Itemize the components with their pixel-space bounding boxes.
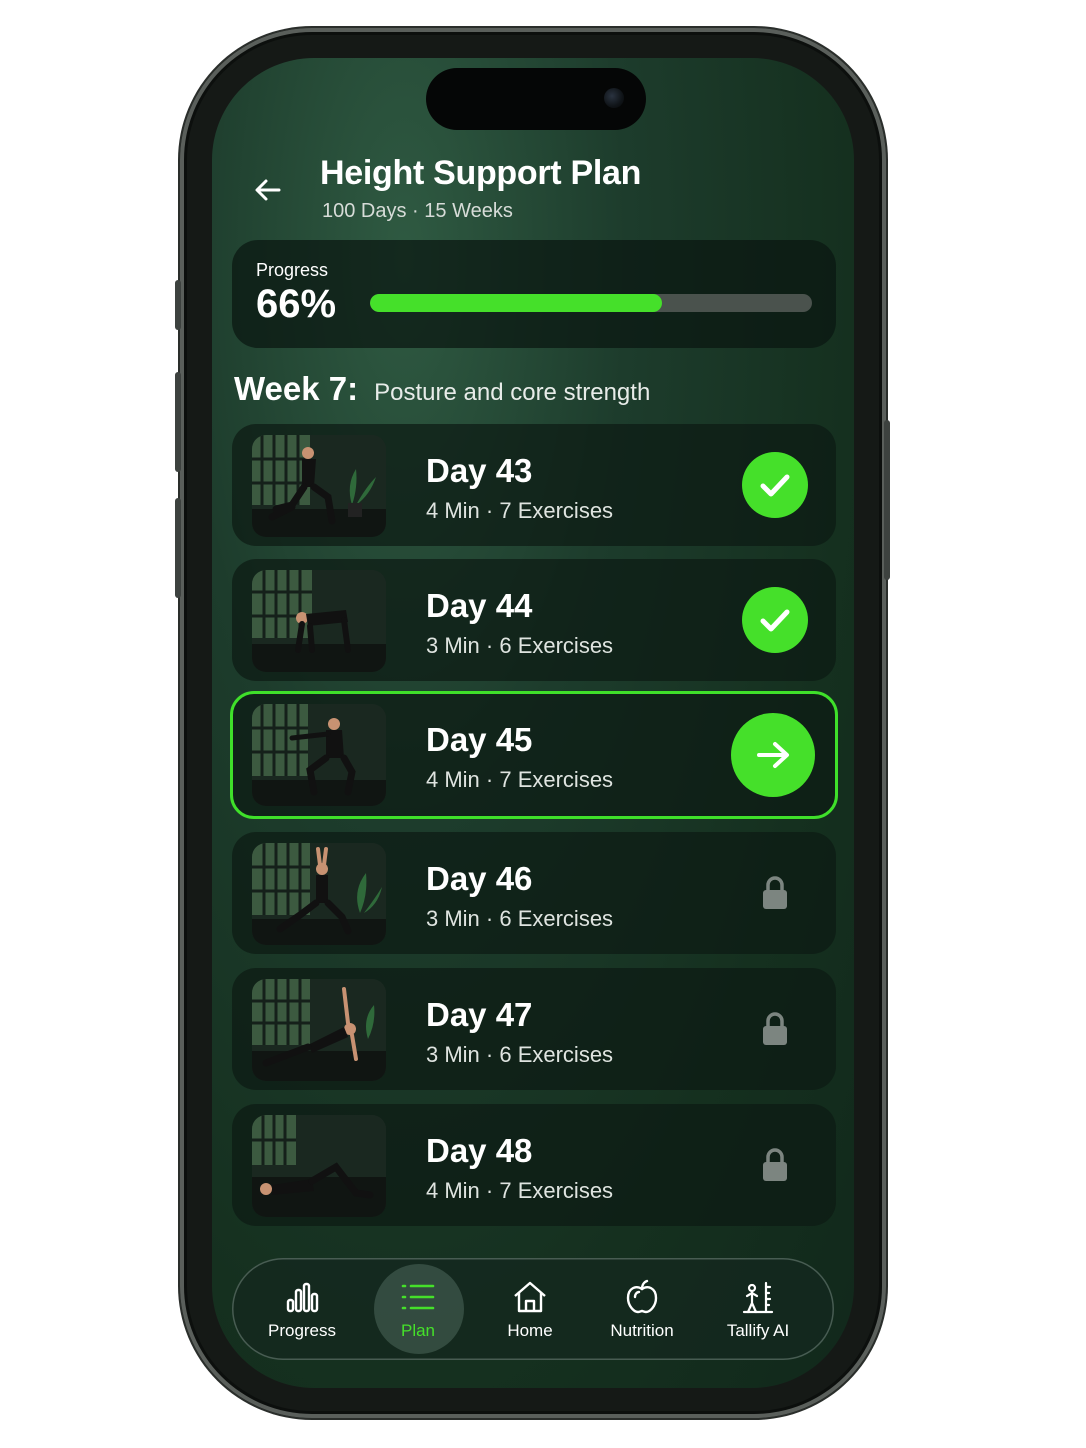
day-card[interactable]: Day 48 4 Min · 7 Exercises	[232, 1104, 836, 1226]
workout-thumbnail	[252, 843, 386, 945]
day-title: Day 48	[426, 1132, 533, 1169]
camera-icon	[604, 88, 624, 108]
day-card[interactable]: Day 46 3 Min · 6 Exercises	[232, 832, 836, 954]
workout-thumbnail	[252, 704, 386, 806]
nav-item-tallify-ai[interactable]: Tallify AI	[700, 1258, 816, 1360]
progress-bar-fill	[370, 294, 662, 312]
week-theme: Posture and core strength	[374, 379, 651, 406]
page-subtitle: 100 Days · 15 Weeks	[322, 200, 513, 222]
side-button-mute	[175, 280, 181, 330]
nav-label: Plan	[400, 1321, 436, 1340]
day-title: Day 46	[426, 860, 533, 897]
workout-thumbnail	[252, 1115, 386, 1217]
nav-label: Home	[507, 1321, 553, 1340]
arrow-left-icon	[255, 179, 281, 201]
arrow-right-icon	[757, 742, 789, 768]
day-meta: 3 Min · 6 Exercises	[426, 1042, 614, 1067]
side-button-volume-up	[175, 372, 181, 472]
day-card-current[interactable]: Day 45 4 Min · 7 Exercises	[230, 691, 838, 819]
nav-item-progress[interactable]: Progress	[244, 1258, 360, 1360]
back-button[interactable]	[248, 170, 288, 210]
day-meta: 4 Min · 7 Exercises	[426, 767, 614, 792]
day-card[interactable]: Day 47 3 Min · 6 Exercises	[232, 968, 836, 1090]
locked-badge	[742, 996, 808, 1062]
nav-item-plan[interactable]: Plan	[360, 1258, 476, 1360]
bar-chart-icon	[285, 1277, 319, 1317]
nav-label: Nutrition	[610, 1321, 674, 1340]
apple-icon	[624, 1277, 660, 1317]
nav-label: Progress	[267, 1321, 337, 1340]
completed-badge	[742, 452, 808, 518]
workout-thumbnail	[252, 570, 386, 672]
week-number: Week 7:	[234, 370, 359, 407]
side-button-power	[884, 420, 890, 580]
nav-item-home[interactable]: Home	[472, 1258, 588, 1360]
progress-label: Progress	[256, 260, 329, 280]
app-screen: Height Support Plan 100 Days · 15 Weeks …	[212, 58, 854, 1388]
progress-value: 66%	[256, 282, 337, 326]
nav-item-nutrition[interactable]: Nutrition	[584, 1258, 700, 1360]
day-meta: 4 Min · 7 Exercises	[426, 1178, 614, 1203]
lock-icon	[763, 876, 787, 909]
day-card[interactable]: Day 43 4 Min · 7 Exercises	[232, 424, 836, 546]
check-icon	[760, 609, 790, 632]
bottom-nav: Progress Plan Home Nutrition Tallify AI	[232, 1258, 834, 1360]
progress-bar	[370, 294, 812, 312]
home-icon	[512, 1277, 548, 1317]
start-day-button[interactable]	[731, 713, 815, 797]
list-icon	[400, 1277, 436, 1317]
week-header: Week 7: Posture and core strength	[234, 370, 650, 408]
day-card[interactable]: Day 44 3 Min · 6 Exercises	[232, 559, 836, 681]
day-meta: 3 Min · 6 Exercises	[426, 633, 614, 658]
day-title: Day 44	[426, 587, 533, 624]
day-title: Day 45	[426, 721, 533, 758]
day-title: Day 47	[426, 996, 533, 1033]
dynamic-island	[426, 68, 646, 130]
check-icon	[760, 474, 790, 497]
height-chart-icon	[740, 1277, 776, 1317]
day-meta: 4 Min · 7 Exercises	[426, 498, 614, 523]
day-meta: 3 Min · 6 Exercises	[426, 906, 614, 931]
lock-icon	[763, 1012, 787, 1045]
locked-badge	[742, 860, 808, 926]
workout-thumbnail	[252, 435, 386, 537]
nav-label: Tallify AI	[726, 1321, 790, 1340]
workout-thumbnail	[252, 979, 386, 1081]
completed-badge	[742, 587, 808, 653]
lock-icon	[763, 1148, 787, 1181]
page-title: Height Support Plan	[320, 154, 642, 192]
side-button-volume-down	[175, 498, 181, 598]
progress-card: Progress 66%	[232, 240, 836, 348]
day-title: Day 43	[426, 452, 533, 489]
locked-badge	[742, 1132, 808, 1198]
